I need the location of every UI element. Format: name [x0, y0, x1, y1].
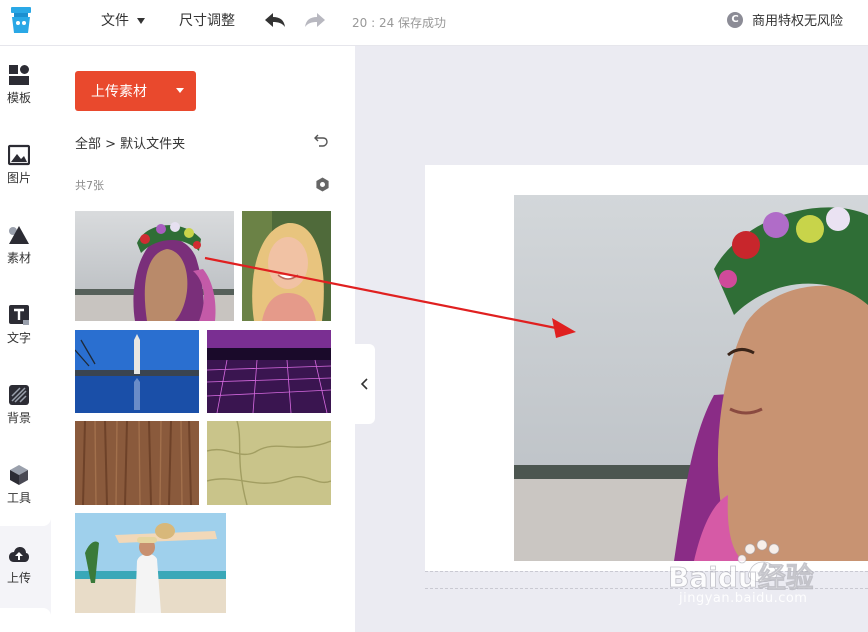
image-icon: [8, 144, 30, 166]
top-toolbar: 文件 尺寸调整 20 : 24 保存成功 C 商用特权无风险: [0, 0, 868, 46]
upload-material-button[interactable]: 上传素材: [75, 71, 196, 111]
nav-item-image[interactable]: 图片: [0, 144, 38, 186]
photo-couple-beach: [75, 513, 226, 613]
thumbnail-smiling-woman[interactable]: [242, 211, 331, 321]
template-icon: [9, 65, 29, 85]
nav-label: 工具: [6, 491, 31, 505]
thumbnail-couple-beach[interactable]: [75, 513, 226, 613]
thumbnail-purple-grid[interactable]: [207, 330, 331, 413]
photo-woman-flower-crown-large: [514, 195, 868, 561]
cloud-upload-icon: [9, 547, 29, 562]
nav-label: 文字: [6, 331, 31, 345]
redo-icon[interactable]: [304, 11, 326, 29]
chevron-left-icon: [360, 378, 368, 390]
nav-label: 上传: [6, 571, 31, 585]
nav-item-upload[interactable]: 上传: [0, 528, 51, 606]
breadcrumb[interactable]: 全部 > 默认文件夹: [75, 133, 185, 152]
image-count: 共7张: [75, 179, 104, 192]
baidu-watermark-logo: Baidu经验: [668, 539, 814, 594]
nav-label: 背景: [6, 411, 31, 425]
nav-label: 图片: [6, 171, 31, 185]
chevron-down-icon: [137, 18, 146, 24]
nav-spacer: [0, 608, 51, 632]
save-status: 20 : 24 保存成功: [352, 16, 447, 30]
nav-item-background[interactable]: 背景: [0, 384, 38, 426]
watermark-brand: Baidu经验: [668, 561, 814, 594]
chevron-down-icon[interactable]: [176, 88, 184, 93]
nav-item-template[interactable]: 模板: [0, 64, 38, 106]
thumbnail-marble-texture[interactable]: [207, 421, 331, 505]
thumbnail-woman-flower-crown[interactable]: [75, 211, 234, 321]
resize-menu[interactable]: 尺寸调整: [179, 10, 235, 30]
nav-item-tools[interactable]: 工具: [0, 464, 38, 506]
thumbnail-washington-monument[interactable]: [75, 330, 199, 413]
file-menu[interactable]: 文件: [101, 10, 146, 30]
text-icon: [9, 305, 29, 325]
copyright-icon: C: [727, 11, 743, 28]
commercial-rights-link[interactable]: C 商用特权无风险: [727, 10, 843, 29]
photo-purple-grid: [207, 330, 331, 413]
upload-button-label: 上传素材: [91, 84, 147, 100]
cube-icon: [10, 465, 28, 485]
photo-marble-texture: [207, 421, 331, 505]
canvas-image-woman-flower-crown[interactable]: [514, 195, 868, 561]
photo-smiling-woman: [242, 211, 331, 321]
left-nav: 模板 图片 素材 文字 背景 工具 上传: [0, 46, 51, 632]
file-menu-label: 文件: [101, 13, 129, 29]
settings-icon[interactable]: [315, 177, 330, 192]
nav-label: 模板: [6, 91, 31, 105]
shapes-icon: [9, 226, 29, 244]
photo-woman-flower-crown: [75, 211, 234, 321]
nav-item-upload-inner: 上传: [0, 544, 38, 586]
nav-item-elements[interactable]: 素材: [0, 224, 38, 266]
background-icon: [9, 385, 29, 405]
photo-washington-monument: [75, 330, 199, 413]
commercial-rights-label: 商用特权无风险: [752, 14, 844, 29]
undo-back-icon[interactable]: [313, 132, 329, 148]
nav-group: 模板 图片 素材 文字 背景 工具: [0, 46, 51, 526]
collapse-panel-button[interactable]: [355, 344, 375, 424]
upload-panel: 上传素材 全部 > 默认文件夹 共7张: [51, 46, 355, 632]
undo-icon[interactable]: [264, 11, 286, 29]
app-logo-icon[interactable]: [8, 5, 34, 35]
nav-label: 素材: [6, 251, 31, 265]
thumbnail-wood-texture[interactable]: [75, 421, 199, 505]
photo-wood-texture: [75, 421, 199, 505]
watermark-url: jingyan.baidu.com: [679, 591, 808, 606]
nav-item-text[interactable]: 文字: [0, 304, 38, 346]
